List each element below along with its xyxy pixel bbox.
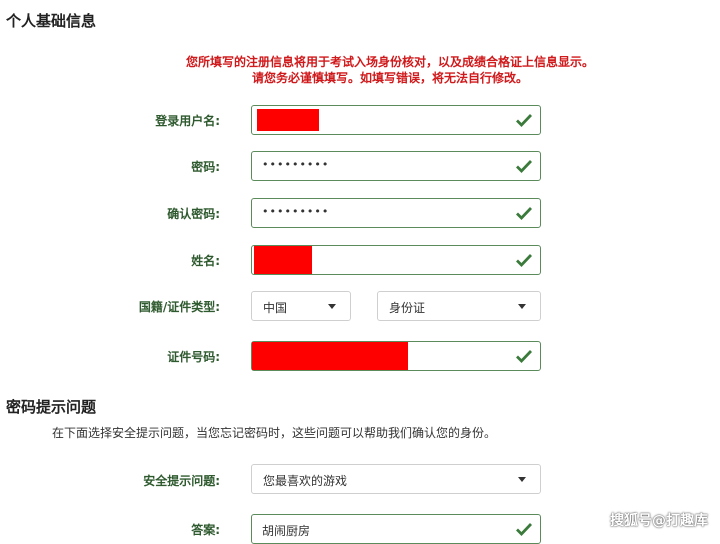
username-field[interactable] (251, 105, 541, 135)
name-field[interactable] (251, 245, 541, 275)
caret-down-icon (518, 304, 526, 309)
security-question-label: 安全提示问题: (143, 474, 220, 488)
notice-line-2: 请您务必谨慎填写。如填写错误，将无法自行修改。 (251, 71, 528, 85)
security-question-select[interactable]: 您最喜欢的游戏 (251, 464, 541, 494)
id-number-field[interactable] (251, 341, 541, 371)
caret-down-icon (518, 477, 526, 482)
password-value: ••••••••• (262, 158, 330, 171)
check-icon (516, 254, 532, 267)
name-label: 姓名: (191, 254, 220, 268)
check-icon (516, 207, 532, 220)
password-label: 密码: (191, 160, 220, 174)
check-icon (516, 114, 532, 127)
password-field[interactable]: ••••••••• (251, 151, 541, 181)
redaction-mask (257, 109, 319, 131)
check-icon (516, 160, 532, 173)
security-question-value: 您最喜欢的游戏 (263, 474, 348, 488)
section-title-personal: 个人基础信息 (6, 12, 97, 30)
answer-label: 答案: (191, 523, 220, 537)
redaction-mask (254, 246, 312, 274)
password-hint-description: 在下面选择安全提示问题，当您忘记密码时，这些问题可以帮助我们确认您的身份。 (52, 426, 497, 440)
id-type-select[interactable]: 身份证 (377, 291, 541, 321)
nationality-value: 中国 (263, 301, 288, 315)
answer-field[interactable]: 胡闹厨房 (251, 514, 541, 544)
confirm-password-label: 确认密码: (167, 207, 220, 221)
nationality-label: 国籍/证件类型: (138, 300, 220, 314)
caret-down-icon (328, 304, 336, 309)
registration-notice: 您所填写的注册信息将用于考试入场身份核对，以及成绩合格证上信息显示。 请您务必谨… (150, 54, 630, 86)
check-icon (516, 350, 532, 363)
answer-value: 胡闹厨房 (262, 524, 311, 538)
confirm-password-value: ••••••••• (262, 205, 330, 218)
username-label: 登录用户名: (155, 114, 220, 128)
check-icon (516, 523, 532, 536)
nationality-select[interactable]: 中国 (251, 291, 351, 321)
confirm-password-field[interactable]: ••••••••• (251, 198, 541, 228)
section-title-password-hint: 密码提示问题 (6, 398, 97, 416)
redaction-mask (252, 342, 408, 370)
id-number-label: 证件号码: (167, 350, 220, 364)
watermark: 搜狐号@打趣库 (610, 513, 708, 529)
notice-line-1: 您所填写的注册信息将用于考试入场身份核对，以及成绩合格证上信息显示。 (185, 55, 594, 69)
id-type-value: 身份证 (389, 301, 426, 315)
